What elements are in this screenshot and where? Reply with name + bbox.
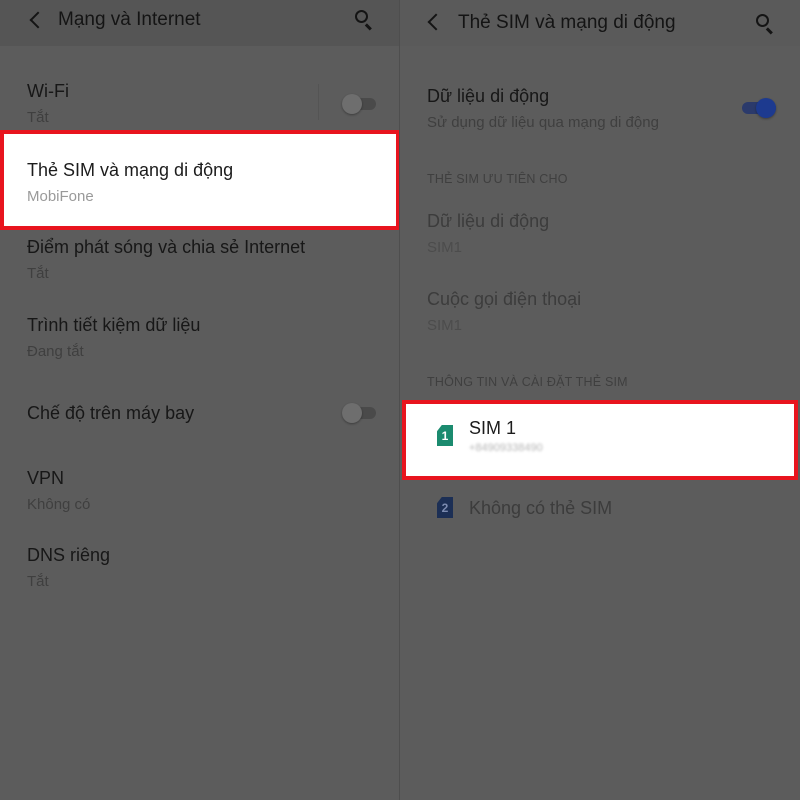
list-item-sim-2-empty: Không có thẻ SIM [469,498,612,519]
list-item-sim-1[interactable]: 1 SIM 1 +84909338490 [402,400,798,480]
section-header-sim-info: THÔNG TIN VÀ CÀI ĐẶT THẺ SIM [427,375,628,389]
mobile-data-toggle[interactable] [742,98,776,118]
list-item-mobile-data[interactable]: Dữ liệu di động Sử dụng dữ liệu qua mạng… [427,86,659,131]
item-title: Không có thẻ SIM [469,498,613,518]
item-subtitle: MobiFone [27,188,94,205]
right-screen-sim-mobile-network: Thẻ SIM và mạng di động Dữ liệu di động … [400,0,800,800]
back-arrow-icon[interactable] [28,10,48,30]
airplane-mode-toggle[interactable] [342,403,376,423]
item-title: Dữ liệu di động [427,86,550,106]
top-app-bar: Thẻ SIM và mạng di động [400,0,800,46]
sim-title: SIM 1 [469,418,517,438]
item-title: VPN [27,468,65,488]
sim-card-icon: 2 [437,497,453,518]
top-app-bar: Mạng và Internet [0,0,400,46]
item-title: Trình tiết kiệm dữ liệu [27,315,201,335]
wifi-toggle[interactable] [342,94,376,114]
item-subtitle: Tắt [27,109,49,126]
list-item-preferred-calls[interactable]: Cuộc gọi điện thoại SIM1 [427,289,581,334]
list-item-hotspot[interactable]: Điểm phát sóng và chia sẻ Internet Tắt [27,237,305,282]
left-screen-network-internet: Mạng và Internet Wi-Fi Tắt Điểm phát són… [0,0,400,800]
item-subtitle: SIM1 [427,239,463,256]
item-title: Chế độ trên máy bay [27,403,195,423]
item-subtitle: Tắt [27,573,49,590]
divider [318,84,319,120]
item-subtitle: Đang tắt [27,343,84,360]
page-title: Mạng và Internet [58,9,201,30]
item-title: Dữ liệu di động [427,211,550,231]
list-item-wifi[interactable]: Wi-Fi Tắt [27,81,69,126]
search-icon[interactable] [754,12,776,35]
item-subtitle: Tắt [27,265,49,282]
list-item-vpn[interactable]: VPN Không có [27,468,90,513]
sim-card-icon: 1 [437,425,453,446]
item-title: Wi-Fi [27,81,69,101]
list-item-preferred-data[interactable]: Dữ liệu di động SIM1 [427,211,549,256]
list-item-data-saver[interactable]: Trình tiết kiệm dữ liệu Đang tắt [27,315,200,360]
back-arrow-icon[interactable] [426,12,446,32]
page-title: Thẻ SIM và mạng di động [458,12,676,33]
item-subtitle: SIM1 [427,317,463,334]
item-title: Điểm phát sóng và chia sẻ Internet [27,237,306,257]
item-title: DNS riêng [27,545,111,565]
list-item-sim-and-mobile-network[interactable]: Thẻ SIM và mạng di động MobiFone [0,130,400,230]
list-item-private-dns[interactable]: DNS riêng Tắt [27,545,110,590]
item-title: Cuộc gọi điện thoại [427,289,582,309]
item-subtitle: Sử dụng dữ liệu qua mạng di động [427,114,659,131]
section-header-preferred-sim: THẺ SIM ƯU TIÊN CHO [427,172,568,186]
item-title: Thẻ SIM và mạng di động [27,160,234,180]
list-item-airplane-mode[interactable]: Chế độ trên máy bay [27,403,194,424]
item-subtitle: Không có [27,496,91,513]
sim-phone-number: +84909338490 [469,442,543,454]
search-icon[interactable] [353,8,375,31]
